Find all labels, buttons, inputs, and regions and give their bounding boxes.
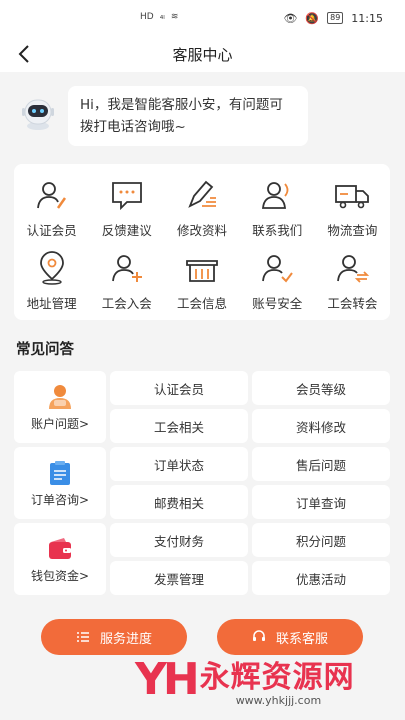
watermark-url: www.yhkjjj.com (235, 694, 322, 707)
watermark-name: 永辉资源网 (199, 660, 355, 695)
edit-profile-icon (188, 180, 216, 208)
contact-service-button[interactable]: 联系客服 (217, 619, 363, 655)
service-logistics[interactable]: 物流查询 (315, 178, 390, 239)
faq-item[interactable]: 支付财务 (110, 523, 248, 557)
eye-icon: 👁 (283, 11, 298, 25)
wifi-icon: ≋ (170, 12, 179, 22)
faq-category-wallet[interactable]: 钱包资金> (14, 523, 106, 595)
wallet-icon (49, 537, 71, 559)
faq-item[interactable]: 会员等级 (252, 371, 390, 405)
faq-item[interactable]: 工会相关 (110, 409, 248, 443)
account-security-icon (262, 255, 293, 283)
watermark-logo: YH (135, 654, 200, 705)
vip-user-icon (49, 384, 71, 409)
service-join-union[interactable]: 工会入会 (89, 251, 164, 312)
union-info-icon (186, 260, 218, 282)
faq-row-account: 账户问题> 认证会员 会员等级 工会相关 资料修改 (14, 369, 390, 445)
join-union-icon (111, 255, 142, 282)
faq-item[interactable]: 优惠活动 (252, 561, 390, 595)
service-edit-profile[interactable]: 修改资料 (164, 178, 239, 239)
faq-item[interactable]: 积分问题 (252, 523, 390, 557)
faq-category-account[interactable]: 账户问题> (14, 371, 106, 443)
faq-item[interactable]: 售后问题 (252, 447, 390, 481)
headset-icon (252, 630, 265, 641)
status-time: 11:15 (351, 11, 383, 25)
hd-icon: HD (140, 12, 154, 22)
faq-item[interactable]: 邮费相关 (110, 485, 248, 519)
faq-row-order: 订单咨询> 订单状态 售后问题 邮费相关 订单查询 (14, 445, 390, 521)
faq-item[interactable]: 订单查询 (252, 485, 390, 519)
chevron-left-icon (18, 45, 29, 63)
service-union-info[interactable]: 工会信息 (164, 251, 239, 312)
service-feedback[interactable]: 反馈建议 (89, 178, 164, 239)
service-account-security[interactable]: 账号安全 (240, 251, 315, 312)
faq-item[interactable]: 发票管理 (110, 561, 248, 595)
service-contact[interactable]: 联系我们 (240, 178, 315, 239)
battery-icon: 89 (327, 12, 344, 24)
faq-row-wallet: 钱包资金> 支付财务 积分问题 发票管理 优惠活动 (14, 521, 390, 597)
greeting-bubble: Hi，我是智能客服小安，有问题可拨打电话咨询哦~ (68, 86, 308, 146)
watermark: YH 永辉资源网 www.yhkjjj.com (135, 652, 355, 707)
greeting-area: Hi，我是智能客服小安，有问题可拨打电话咨询哦~ (0, 72, 405, 154)
service-transfer-union[interactable]: 工会转会 (315, 251, 390, 312)
back-button[interactable] (14, 42, 36, 66)
list-icon (76, 632, 89, 642)
faq-item[interactable]: 订单状态 (110, 447, 248, 481)
truck-icon (335, 185, 370, 209)
service-progress-button[interactable]: 服务进度 (41, 619, 187, 655)
contact-icon (262, 182, 289, 209)
bottom-actions: 服务进度 联系客服 (0, 619, 405, 655)
clipboard-icon (50, 460, 70, 485)
service-address[interactable]: 地址管理 (14, 251, 89, 312)
page-title: 客服中心 (172, 45, 233, 64)
status-bar: HD ₄ₗ ≋ 👁 🔕 89 11:15 (0, 0, 405, 36)
service-grid: 认证会员 反馈建议 修改资料 联系我们 物流查询 地址管理 工会入会 工会信息 … (14, 164, 390, 320)
transfer-union-icon (337, 255, 370, 283)
signal-icon: ₄ₗ (159, 12, 165, 22)
feedback-icon (111, 182, 142, 211)
faq-item[interactable]: 认证会员 (110, 371, 248, 405)
faq-section: 账户问题> 认证会员 会员等级 工会相关 资料修改 订单咨询> 订单状态 售后问… (14, 369, 390, 597)
mute-icon: 🔕 (305, 11, 320, 25)
status-left-icons: HD ₄ₗ ≋ (140, 12, 178, 22)
service-member-verify[interactable]: 认证会员 (14, 178, 89, 239)
robot-avatar-icon (22, 99, 54, 130)
location-icon (39, 251, 64, 285)
faq-title: 常见问答 (16, 342, 74, 358)
faq-category-order[interactable]: 订单咨询> (14, 447, 106, 519)
member-verify-icon (36, 182, 66, 209)
nav-bar: 客服中心 (0, 36, 405, 72)
faq-item[interactable]: 资料修改 (252, 409, 390, 443)
